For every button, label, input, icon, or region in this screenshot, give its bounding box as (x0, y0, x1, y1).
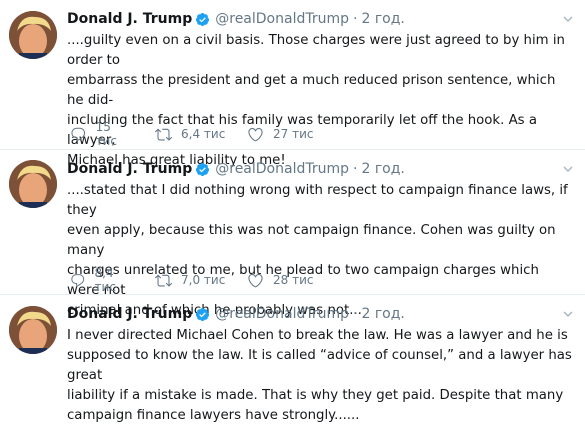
tweet-header: Donald J. Trump @realDonaldTrump · 2 год… (67, 305, 405, 323)
separator: · (353, 161, 358, 177)
verified-badge-icon (195, 162, 210, 177)
timestamp[interactable]: 2 год. (361, 305, 404, 323)
retweet-icon (155, 128, 172, 140)
retweet-count: 6,4 тис (181, 127, 226, 141)
heart-icon (248, 127, 263, 141)
retweet-count: 7,0 тис (181, 273, 226, 287)
tweet-actions: 8,4 тис 7,0 тис 28 тис (70, 266, 333, 294)
author-name[interactable]: Donald J. Trump (67, 305, 192, 323)
tweet-actions: 15 тис 6,4 тис 27 тис (70, 120, 333, 148)
like-button[interactable]: 27 тис (247, 126, 313, 143)
tweet-header: Donald J. Trump @realDonaldTrump · 2 год… (67, 10, 405, 28)
tweet[interactable]: Donald J. Trump @realDonaldTrump · 2 год… (0, 150, 585, 318)
reply-button[interactable]: 15 тис (70, 120, 135, 148)
verified-badge-icon (195, 307, 210, 322)
like-count: 28 тис (273, 273, 314, 287)
separator: · (353, 306, 358, 322)
author-handle[interactable]: @realDonaldTrump (215, 160, 349, 178)
reply-count: 8,4 тис (94, 266, 116, 294)
avatar[interactable] (9, 160, 57, 208)
chevron-down-icon[interactable] (562, 308, 574, 320)
author-name[interactable]: Donald J. Trump (67, 160, 192, 178)
reply-button[interactable]: 8,4 тис (70, 266, 135, 294)
author-name[interactable]: Donald J. Trump (67, 10, 192, 28)
author-handle[interactable]: @realDonaldTrump (215, 10, 349, 28)
avatar[interactable] (9, 11, 57, 59)
like-button[interactable]: 28 тис (247, 272, 313, 289)
verified-badge-icon (195, 12, 210, 27)
tweet-text: I never directed Michael Cohen to break … (67, 328, 572, 423)
retweet-button[interactable]: 6,4 тис (155, 126, 227, 143)
avatar[interactable] (9, 306, 57, 354)
like-count: 27 тис (273, 127, 314, 141)
reply-count: 15 тис (95, 120, 117, 148)
chevron-down-icon[interactable] (562, 163, 574, 175)
reply-icon (71, 127, 86, 141)
heart-icon (248, 273, 263, 287)
timestamp[interactable]: 2 год. (361, 160, 404, 178)
chevron-down-icon[interactable] (562, 13, 574, 25)
reply-icon (71, 273, 85, 287)
tweet[interactable]: Donald J. Trump @realDonaldTrump · 2 год… (0, 0, 585, 168)
timestamp[interactable]: 2 год. (361, 10, 404, 28)
retweet-button[interactable]: 7,0 тис (155, 272, 227, 289)
tweet-header: Donald J. Trump @realDonaldTrump · 2 год… (67, 160, 405, 178)
author-handle[interactable]: @realDonaldTrump (215, 305, 349, 323)
tweet[interactable]: Donald J. Trump @realDonaldTrump · 2 год… (0, 295, 585, 423)
separator: · (353, 11, 358, 27)
retweet-icon (155, 274, 172, 286)
